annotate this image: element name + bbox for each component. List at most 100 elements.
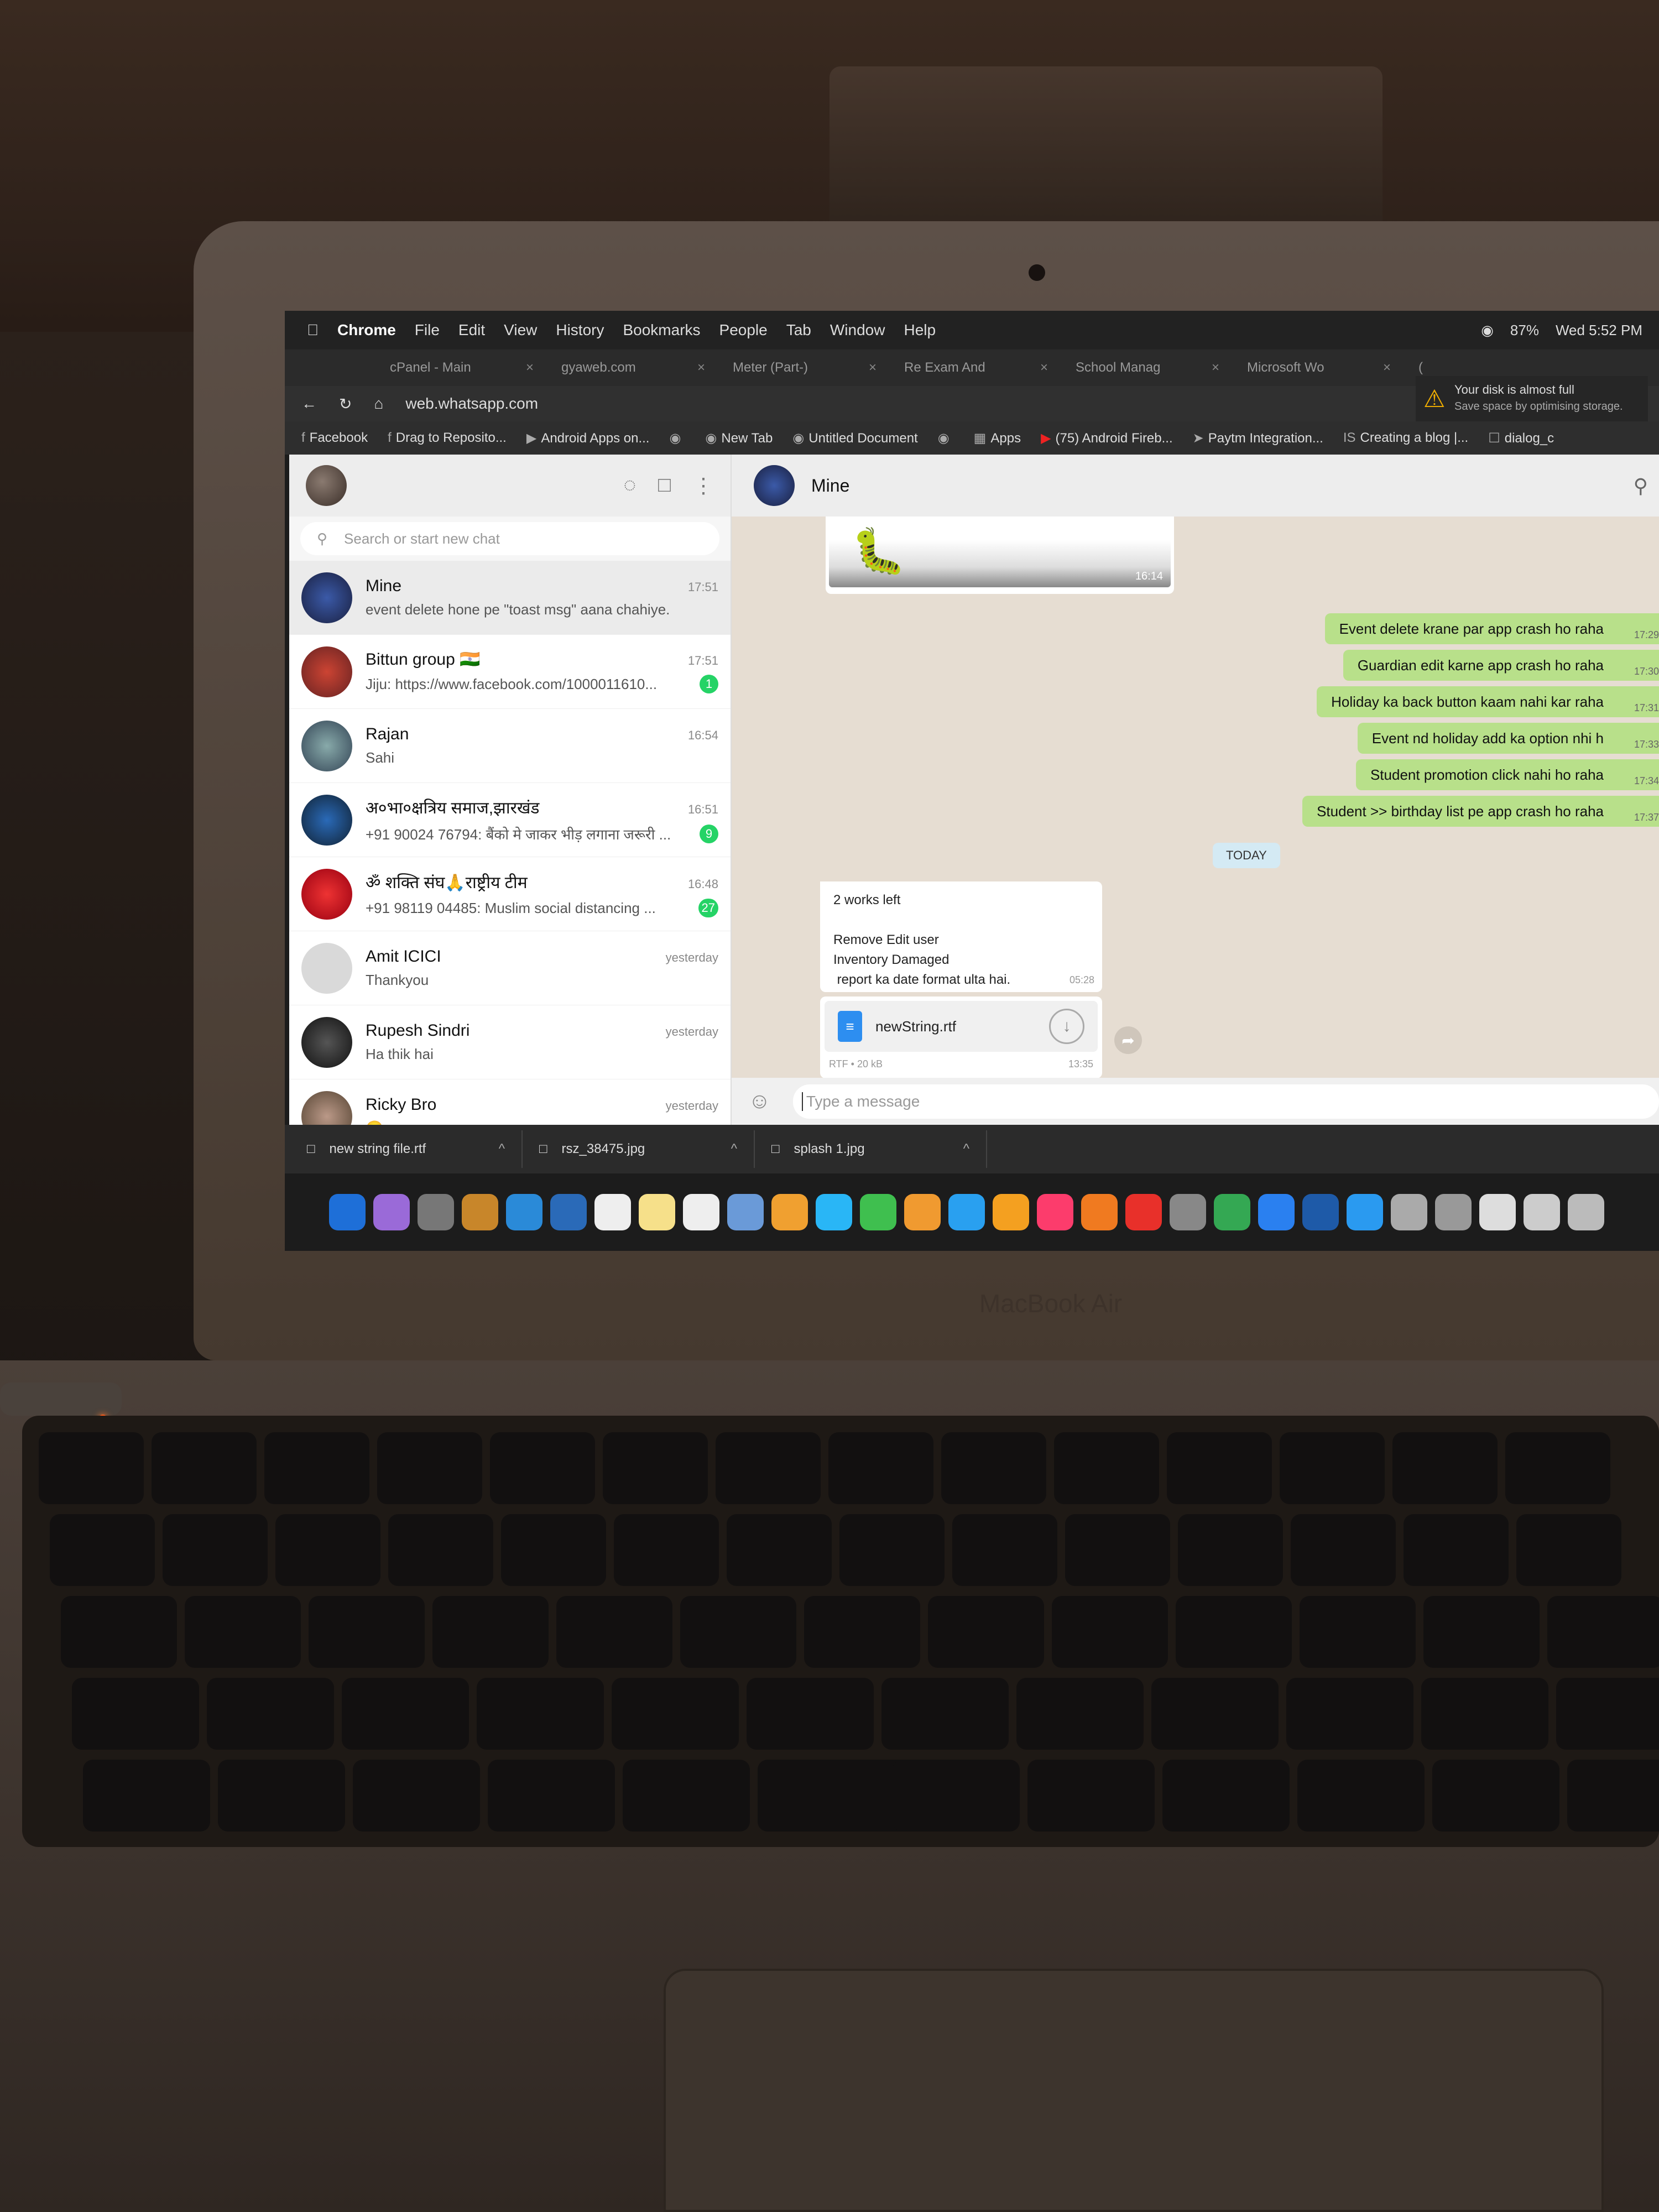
bookmark[interactable]: ▦ Apps bbox=[974, 430, 1021, 446]
forward-icon[interactable]: ➦ bbox=[1114, 1026, 1142, 1054]
close-tab-icon[interactable]: × bbox=[1383, 360, 1391, 375]
chat-item[interactable]: ॐ शक्ति संघ🙏राष्ट्रीय टीम 16:48 +91 98119… bbox=[289, 857, 731, 931]
dock-app-icon[interactable] bbox=[1524, 1194, 1560, 1230]
chevron-up-icon[interactable]: ^ bbox=[499, 1141, 505, 1157]
dock-app-icon[interactable] bbox=[418, 1194, 454, 1230]
image-message[interactable]: 🐛 16:14 bbox=[826, 517, 1174, 594]
dock-app-icon[interactable] bbox=[683, 1194, 719, 1230]
chat-item[interactable]: Mine 17:51 event delete hone pe "toast ms… bbox=[289, 561, 731, 635]
menu-edit[interactable]: Edit bbox=[458, 321, 485, 339]
reload-icon[interactable]: ↻ bbox=[339, 395, 352, 413]
bookmark[interactable]: IS Creating a blog |... bbox=[1343, 430, 1468, 446]
chevron-up-icon[interactable]: ^ bbox=[731, 1141, 737, 1157]
back-icon[interactable]: ← bbox=[301, 395, 317, 413]
close-tab-icon[interactable]: × bbox=[1212, 360, 1219, 375]
browser-tab[interactable]: Re Exam And × bbox=[893, 354, 1048, 382]
download-item[interactable]: □ splash 1.jpg ^ bbox=[755, 1130, 987, 1168]
incoming-message[interactable]: 2 works left Remove Edit user Inventory … bbox=[820, 881, 1102, 992]
close-tab-icon[interactable]: × bbox=[869, 360, 877, 375]
menu-help[interactable]: Help bbox=[904, 321, 936, 339]
battery-percent[interactable]: 87% bbox=[1510, 322, 1539, 339]
chat-item[interactable]: Bittun group 🇮🇳 17:51 Jiju: https://www.f… bbox=[289, 635, 731, 709]
download-icon[interactable]: ↓ bbox=[1049, 1009, 1084, 1044]
dock-app-icon[interactable] bbox=[771, 1194, 808, 1230]
bookmark[interactable]: ☐ dialog_c bbox=[1488, 430, 1554, 446]
chat-item[interactable]: Rupesh Sindri yesterday Ha thik hai bbox=[289, 1005, 731, 1079]
browser-tab[interactable]: gyaweb.com × bbox=[550, 354, 705, 382]
bookmark[interactable]: ➤ Paytm Integration... bbox=[1193, 430, 1323, 446]
outgoing-message[interactable]: Event delete krane par app crash ho raha… bbox=[1324, 613, 1659, 644]
dock-app-icon[interactable] bbox=[1479, 1194, 1516, 1230]
dock-app-icon[interactable] bbox=[1302, 1194, 1339, 1230]
chevron-up-icon[interactable]: ^ bbox=[963, 1141, 969, 1157]
dock-app-icon[interactable] bbox=[1214, 1194, 1250, 1230]
bookmark[interactable]: f Facebook bbox=[301, 430, 368, 446]
close-tab-icon[interactable]: × bbox=[526, 360, 534, 375]
dock-app-icon[interactable] bbox=[904, 1194, 941, 1230]
menu-window[interactable]: Window bbox=[830, 321, 885, 339]
dock-app-icon[interactable] bbox=[639, 1194, 675, 1230]
bookmark[interactable]: f Drag to Reposito... bbox=[388, 430, 507, 446]
browser-tab[interactable]: School Manag × bbox=[1065, 354, 1219, 382]
dock-app-icon[interactable] bbox=[816, 1194, 852, 1230]
close-tab-icon[interactable]: × bbox=[697, 360, 705, 375]
conversation-header[interactable]: Mine ⚲ bbox=[732, 455, 1659, 517]
dock-app-icon[interactable] bbox=[948, 1194, 985, 1230]
chat-search[interactable]: ⚲ Search or start new chat bbox=[300, 522, 719, 555]
outgoing-message[interactable]: Student promotion click nahi ho raha 17:3… bbox=[1355, 759, 1659, 790]
outgoing-message[interactable]: Guardian edit karne app crash ho raha 17:… bbox=[1343, 650, 1659, 681]
dock-app-icon[interactable] bbox=[1170, 1194, 1206, 1230]
wifi-icon[interactable]: ◉ bbox=[1481, 322, 1494, 339]
menu-tab[interactable]: Tab bbox=[786, 321, 811, 339]
menu-people[interactable]: People bbox=[719, 321, 768, 339]
message-input[interactable]: Type a message bbox=[792, 1084, 1659, 1119]
my-avatar[interactable] bbox=[306, 465, 347, 506]
dock-app-icon[interactable] bbox=[550, 1194, 587, 1230]
dock-app-icon[interactable] bbox=[1435, 1194, 1472, 1230]
browser-tab[interactable]: Meter (Part-) × bbox=[722, 354, 877, 382]
dock-app-icon[interactable] bbox=[1037, 1194, 1073, 1230]
chat-item[interactable]: Rajan 16:54 Sahi bbox=[289, 709, 731, 783]
bookmark[interactable]: ◉ Untitled Document bbox=[792, 430, 917, 446]
dock-app-icon[interactable] bbox=[1391, 1194, 1427, 1230]
url-field[interactable]: web.whatsapp.com bbox=[405, 395, 538, 413]
outgoing-message[interactable]: Student >> birthday list pe app crash ho… bbox=[1302, 796, 1659, 827]
menu-history[interactable]: History bbox=[556, 321, 604, 339]
download-item[interactable]: □ new string file.rtf ^ bbox=[290, 1130, 523, 1168]
bookmark[interactable]: ◉ New Tab bbox=[705, 430, 773, 446]
browser-tab[interactable]: cPanel - Main × bbox=[379, 354, 534, 382]
chat-item[interactable]: Amit ICICI yesterday Thankyou bbox=[289, 931, 731, 1005]
bookmark[interactable]: ▶ Android Apps on... bbox=[526, 430, 650, 446]
dock-app-icon[interactable] bbox=[329, 1194, 366, 1230]
apple-icon[interactable]:  bbox=[307, 321, 319, 339]
dock-app-icon[interactable] bbox=[860, 1194, 896, 1230]
bookmark[interactable]: ◉ bbox=[938, 430, 954, 446]
contact-avatar[interactable] bbox=[754, 465, 795, 506]
disk-full-notification[interactable]: ⚠ Your disk is almost full Save space by… bbox=[1416, 376, 1648, 426]
outgoing-message[interactable]: Holiday ka back button kaam nahi kar rah… bbox=[1317, 686, 1659, 717]
bookmark[interactable]: ◉ bbox=[669, 430, 685, 446]
file-attachment[interactable]: ≡ newString.rtf ↓ bbox=[825, 1001, 1098, 1052]
new-chat-icon[interactable]: □ bbox=[658, 473, 671, 498]
menubar-app-name[interactable]: Chrome bbox=[337, 321, 396, 339]
download-item[interactable]: □ rsz_38475.jpg ^ bbox=[523, 1130, 755, 1168]
menu-bookmarks[interactable]: Bookmarks bbox=[623, 321, 700, 339]
menu-file[interactable]: File bbox=[415, 321, 440, 339]
dock-app-icon[interactable] bbox=[993, 1194, 1029, 1230]
dock-app-icon[interactable] bbox=[1347, 1194, 1383, 1230]
browser-tab[interactable]: Microsoft Wo × bbox=[1236, 354, 1391, 382]
dock-app-icon[interactable] bbox=[1125, 1194, 1162, 1230]
search-icon[interactable]: ⚲ bbox=[1634, 474, 1648, 498]
dock-app-icon[interactable] bbox=[373, 1194, 410, 1230]
clock[interactable]: Wed 5:52 PM bbox=[1556, 322, 1642, 339]
dock-app-icon[interactable] bbox=[506, 1194, 542, 1230]
dock-app-icon[interactable] bbox=[1081, 1194, 1118, 1230]
menu-icon[interactable]: ⋮ bbox=[693, 473, 714, 498]
close-tab-icon[interactable]: × bbox=[1040, 360, 1048, 375]
dock-app-icon[interactable] bbox=[462, 1194, 498, 1230]
outgoing-message[interactable]: Event nd holiday add ka option nhi h 17:3… bbox=[1357, 723, 1659, 754]
dock-app-icon[interactable] bbox=[1568, 1194, 1604, 1230]
file-message[interactable]: ≡ newString.rtf ↓ RTF • 20 kB 13:35 bbox=[820, 997, 1102, 1078]
status-icon[interactable]: ◌ bbox=[623, 473, 636, 498]
bookmark[interactable]: ▶ (75) Android Fireb... bbox=[1041, 430, 1173, 446]
